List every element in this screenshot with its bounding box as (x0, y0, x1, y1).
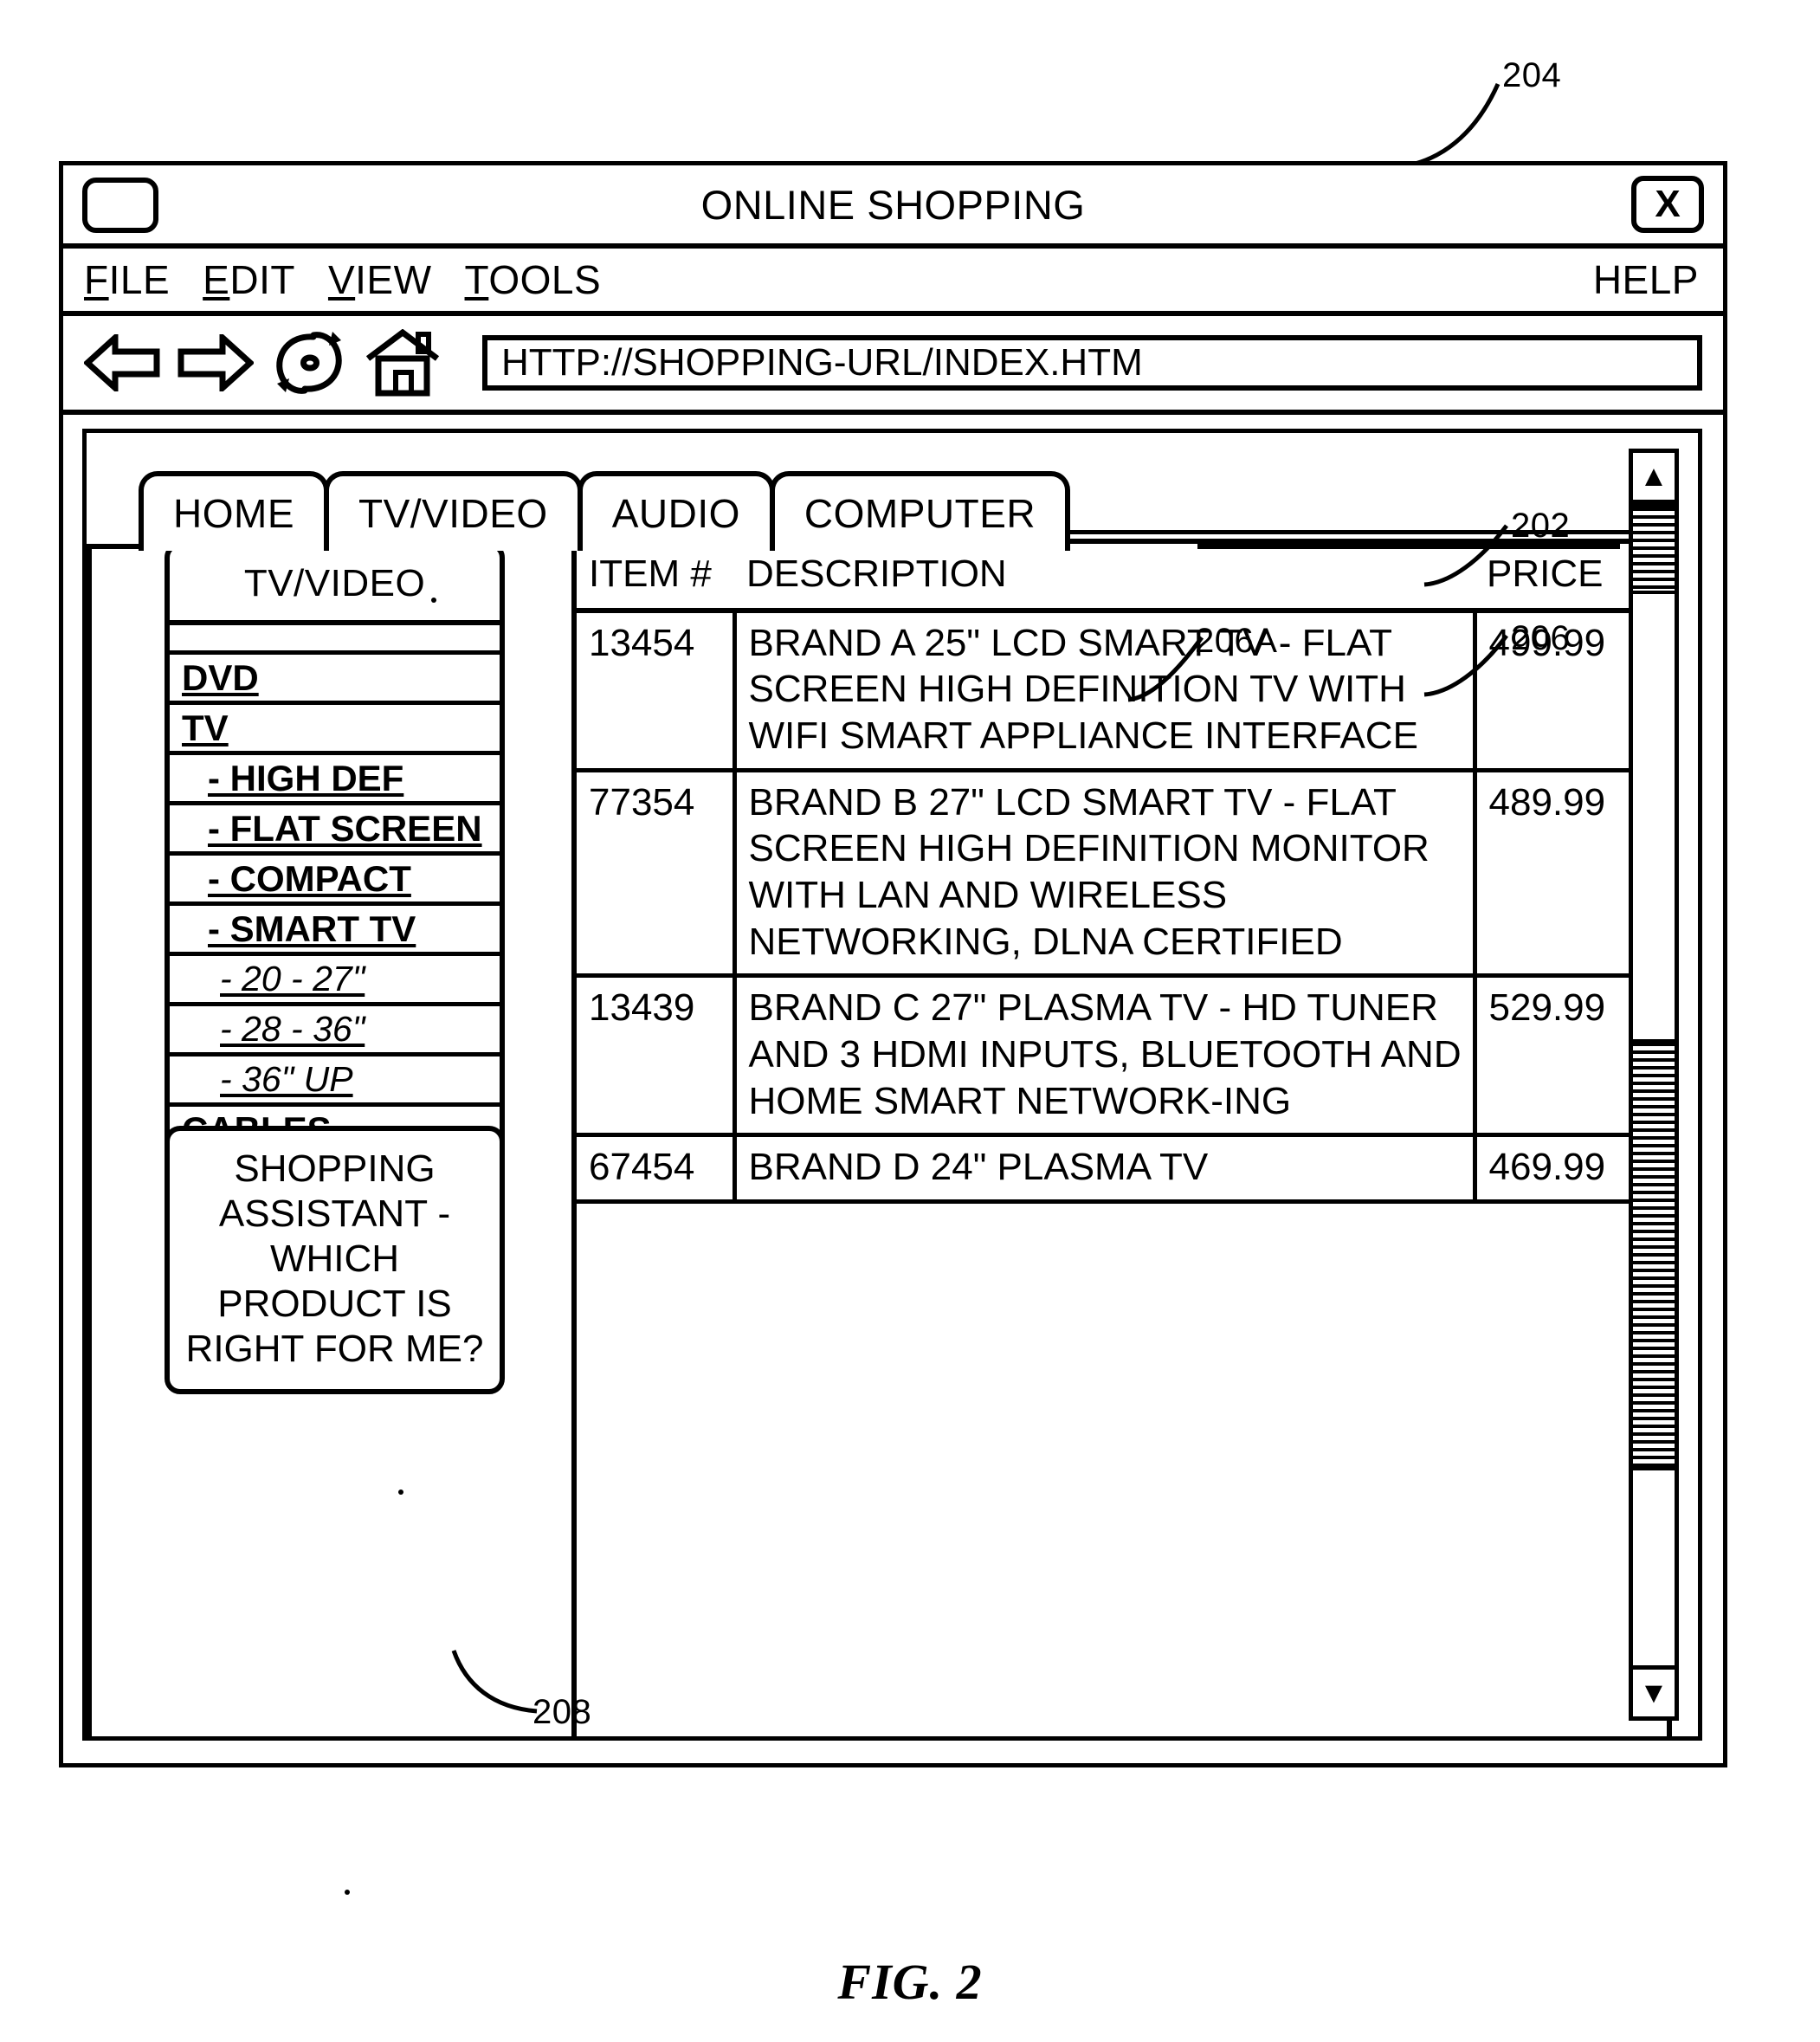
cell-item-number: 77354 (577, 770, 737, 979)
table-row[interactable]: 77354 BRAND B 27" LCD SMART TV - FLAT SC… (577, 770, 1667, 979)
window-title: ONLINE SHOPPING (700, 181, 1086, 228)
vertical-scrollbar[interactable]: ▲ ▼ (1629, 449, 1679, 1721)
scan-speck (345, 1890, 350, 1895)
menu-item-file[interactable]: FILE (84, 260, 170, 300)
reference-numeral-202: 202 (1511, 507, 1571, 545)
sidebar-item-compact[interactable]: - COMPACT (170, 856, 500, 906)
cell-item-number: 67454 (577, 1134, 737, 1205)
cell-description: BRAND B 27" LCD SMART TV - FLAT SCREEN H… (734, 770, 1477, 979)
sidebar-spacer (170, 625, 500, 655)
menu-accel-edit: E (203, 257, 230, 302)
reference-numeral-208: 208 (532, 1693, 592, 1731)
scroll-down-arrow-icon[interactable]: ▼ (1633, 1665, 1675, 1716)
menu-accel-tools: T (464, 257, 489, 302)
close-button[interactable]: X (1631, 176, 1704, 233)
browser-viewport: HOME TV/VIDEO AUDIO COMPUTER TV/VIDEO DV… (63, 415, 1723, 1758)
back-arrow-icon[interactable] (82, 327, 162, 398)
sidebar-item-label: DVD (182, 656, 259, 698)
cell-item-number: 13439 (577, 975, 737, 1138)
sidebar-item-high-def[interactable]: - HIGH DEF (170, 755, 500, 805)
sidebar-item-label: - FLAT SCREEN (208, 807, 482, 849)
cell-description: BRAND C 27" PLASMA TV - HD TUNER AND 3 H… (734, 975, 1477, 1138)
sidebar-item-label: - 28 - 36" (220, 1009, 365, 1049)
sidebar-item-label: TV (182, 707, 229, 748)
menu-accel-file: F (84, 257, 109, 302)
table-header-row: ITEM # DESCRIPTION PRICE (577, 544, 1667, 613)
browser-window: ONLINE SHOPPING X FILE EDIT VIEW TOOLS H… (59, 161, 1727, 1767)
menu-item-tools[interactable]: TOOLS (465, 260, 602, 300)
window-menu-button[interactable] (82, 178, 158, 233)
tab-strip: HOME TV/VIDEO AUDIO COMPUTER (139, 469, 1071, 551)
sidebar-item-flat-screen[interactable]: - FLAT SCREEN (170, 805, 500, 856)
menu-bar: FILE EDIT VIEW TOOLS HELP (63, 249, 1723, 316)
column-header-description: DESCRIPTION (734, 544, 1475, 613)
category-sidebar: TV/VIDEO DVD TV - HIGH DEF - FLAT SCREEN… (165, 542, 505, 1212)
sidebar-item-label: - 20 - 27" (220, 959, 365, 998)
url-input[interactable]: HTTP://SHOPPING-URL/INDEX.HTM (482, 335, 1702, 391)
shopping-assistant-text: SHOPPING ASSISTANT - WHICH PRODUCT IS RI… (185, 1147, 484, 1370)
browser-toolbar: HTTP://SHOPPING-URL/INDEX.HTM (63, 316, 1723, 415)
column-header-item: ITEM # (577, 544, 734, 613)
sidebar-item-smart-tv[interactable]: - SMART TV (170, 906, 500, 956)
tab-strip-rule-right (1197, 544, 1620, 549)
menu-rest-help: ELP (1622, 257, 1699, 302)
table-row[interactable]: 67454 BRAND D 24" PLASMA TV 469.99 (577, 1134, 1667, 1205)
product-table: ITEM # DESCRIPTION PRICE 13454 BRAND A 2… (577, 544, 1667, 1205)
scrollbar-thumb-upper[interactable] (1633, 504, 1675, 594)
tab-computer[interactable]: COMPUTER (769, 471, 1071, 551)
sidebar-item-28-36[interactable]: - 28 - 36" (170, 1006, 500, 1057)
tab-home[interactable]: HOME (139, 471, 329, 551)
sidebar-item-label: - 36" UP (220, 1059, 353, 1099)
tab-strip-rule-left (87, 544, 139, 549)
table-row[interactable]: 13439 BRAND C 27" PLASMA TV - HD TUNER A… (577, 975, 1667, 1138)
menu-item-edit[interactable]: EDIT (203, 260, 295, 300)
refresh-icon[interactable] (269, 327, 349, 398)
forward-arrow-icon[interactable] (176, 327, 255, 398)
menu-rest-tools: OOLS (488, 257, 602, 302)
menu-accel-help: H (1592, 257, 1623, 302)
menu-item-view[interactable]: VIEW (328, 260, 432, 300)
cell-description: BRAND A 25" LCD SMART TV - FLAT SCREEN H… (734, 610, 1477, 772)
sidebar-item-label: - SMART TV (208, 908, 416, 949)
sidebar-item-20-27[interactable]: - 20 - 27" (170, 956, 500, 1006)
home-icon[interactable] (363, 327, 442, 398)
sidebar-item-36-up[interactable]: - 36" UP (170, 1057, 500, 1107)
cell-description: BRAND D 24" PLASMA TV (734, 1134, 1477, 1205)
cell-item-number: 13454 (577, 610, 737, 772)
figure-caption: FIG. 2 (837, 1954, 983, 2010)
title-bar: ONLINE SHOPPING X (63, 165, 1723, 249)
scrollbar-track[interactable] (1633, 504, 1675, 1665)
page-content-frame: HOME TV/VIDEO AUDIO COMPUTER TV/VIDEO DV… (82, 429, 1702, 1741)
product-table-container: ITEM # DESCRIPTION PRICE 13454 BRAND A 2… (571, 539, 1672, 1736)
menu-rest-view: IEW (355, 257, 432, 302)
sidebar-item-label: - HIGH DEF (208, 757, 404, 798)
sidebar-header: TV/VIDEO (170, 547, 500, 625)
menu-item-help[interactable]: HELP (1593, 260, 1699, 300)
tab-audio[interactable]: AUDIO (577, 471, 775, 551)
menu-accel-view: V (327, 257, 356, 302)
scroll-up-arrow-icon[interactable]: ▲ (1633, 453, 1675, 504)
table-row[interactable]: 13454 BRAND A 25" LCD SMART TV - FLAT SC… (577, 610, 1667, 772)
tab-tv-video[interactable]: TV/VIDEO (324, 471, 583, 551)
scan-speck (398, 1489, 403, 1495)
sidebar-item-label: - COMPACT (208, 857, 411, 899)
reference-numeral-206: 206 (1511, 619, 1571, 657)
reference-numeral-206A: 206A (1195, 622, 1278, 660)
scrollbar-thumb-lower[interactable] (1633, 1039, 1675, 1470)
sidebar-item-dvd[interactable]: DVD (170, 655, 500, 705)
sidebar-item-tv[interactable]: TV (170, 705, 500, 755)
scan-speck (431, 598, 436, 603)
shopping-assistant-box[interactable]: SHOPPING ASSISTANT - WHICH PRODUCT IS RI… (165, 1126, 505, 1394)
menu-rest-edit: DIT (229, 257, 295, 302)
reference-numeral-204: 204 (1502, 56, 1562, 94)
menu-rest-file: ILE (108, 257, 171, 302)
